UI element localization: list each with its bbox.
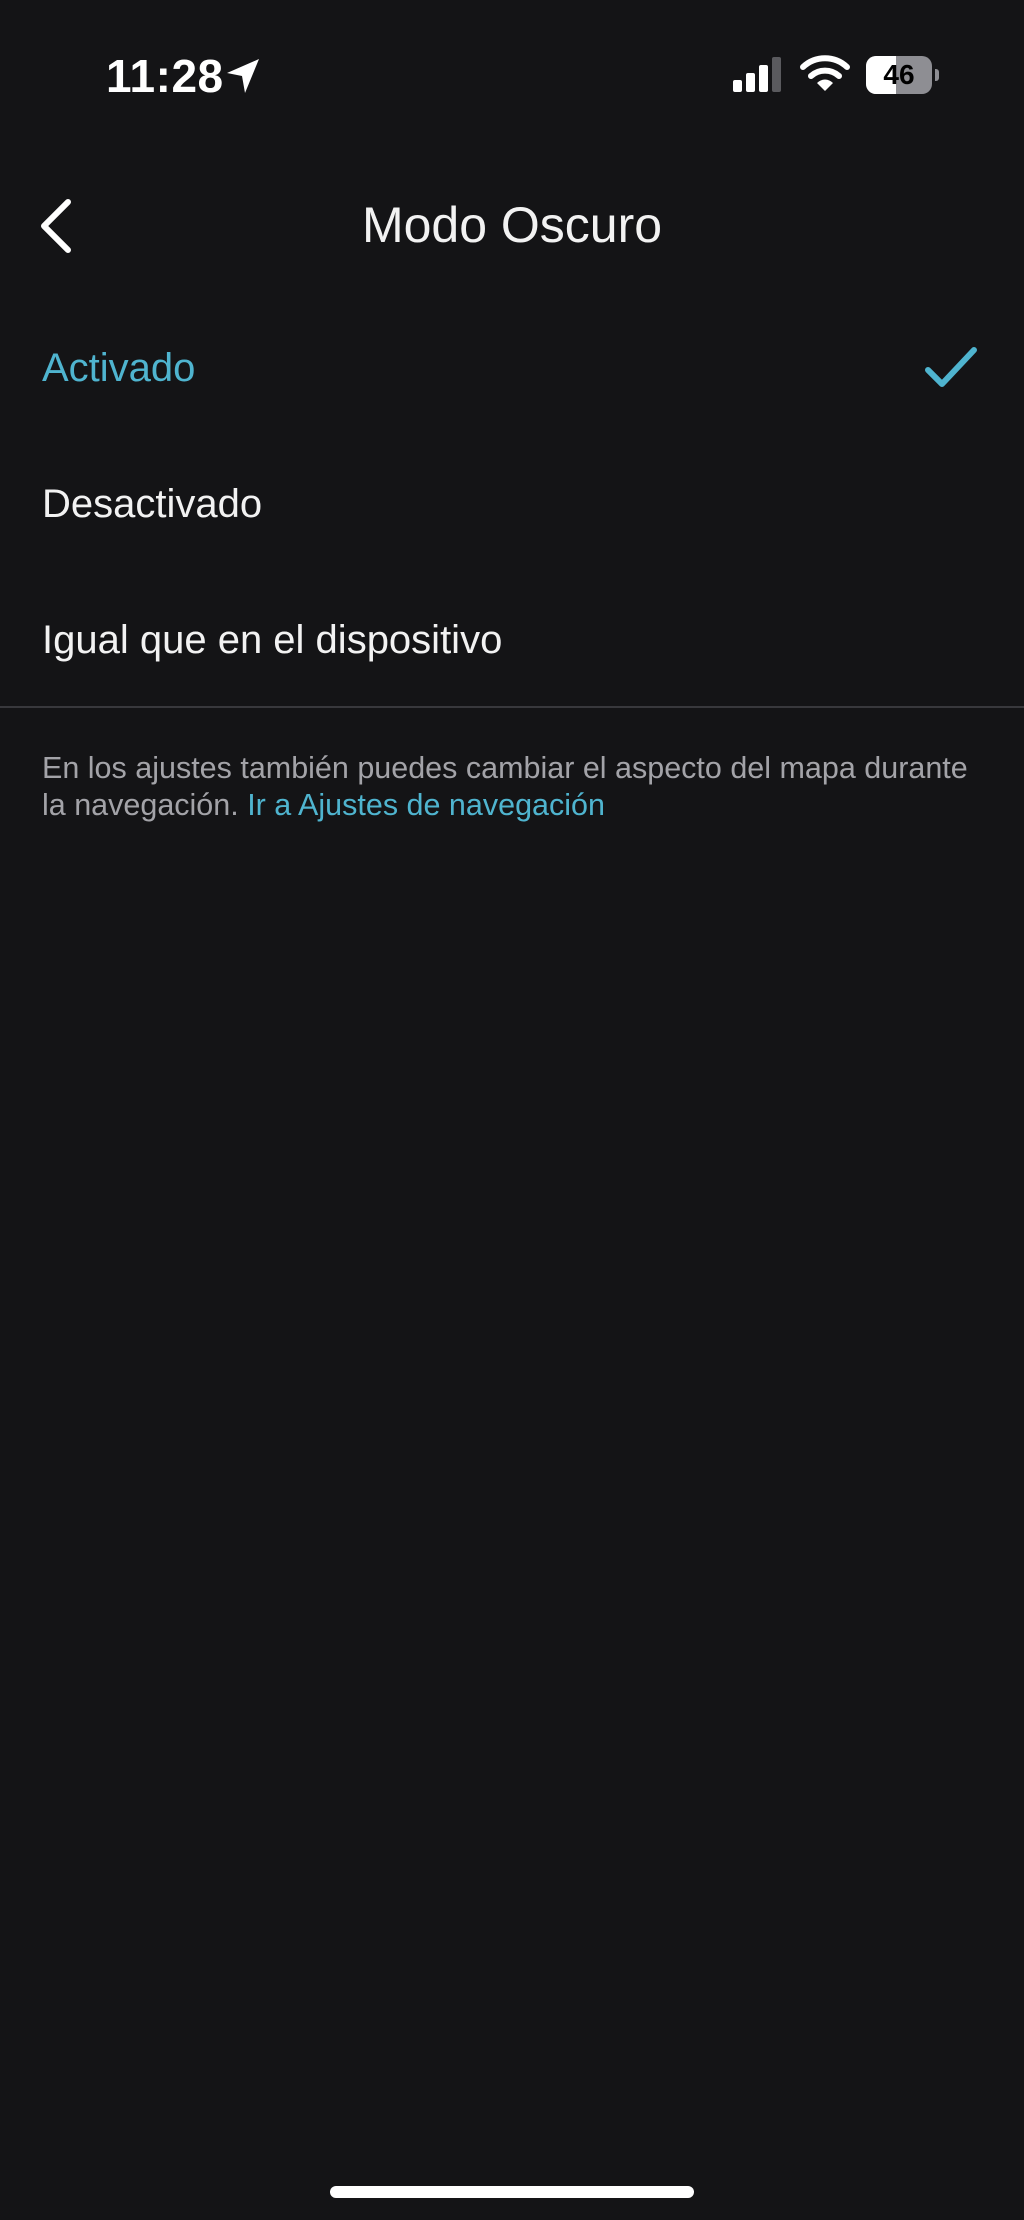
location-arrow-icon xyxy=(227,59,259,93)
battery-body: 46 xyxy=(866,56,932,94)
option-activado[interactable]: Activado xyxy=(0,300,1024,436)
home-indicator[interactable] xyxy=(330,2186,694,2198)
footer-note: En los ajustes también puedes cambiar el… xyxy=(42,750,982,824)
battery-icon: 46 xyxy=(866,56,939,94)
battery-level: 46 xyxy=(883,59,915,90)
option-label: Desactivado xyxy=(42,482,263,526)
battery-cap xyxy=(935,69,939,81)
page-title: Modo Oscuro xyxy=(361,197,663,253)
wifi-icon xyxy=(800,55,850,91)
cellular-signal-icon xyxy=(733,57,781,92)
status-bar: 11:28 46 xyxy=(0,0,1024,150)
navigation-settings-link[interactable]: Ir a Ajustes de navegación xyxy=(247,788,605,822)
option-desactivado[interactable]: Desactivado xyxy=(0,436,1024,572)
checkmark-icon xyxy=(925,347,977,387)
option-label: Activado xyxy=(42,346,196,390)
option-igual-que-dispositivo[interactable]: Igual que en el dispositivo xyxy=(0,572,1024,708)
divider xyxy=(0,706,1024,708)
status-time: 11:28 xyxy=(106,50,224,102)
option-label: Igual que en el dispositivo xyxy=(42,618,503,662)
